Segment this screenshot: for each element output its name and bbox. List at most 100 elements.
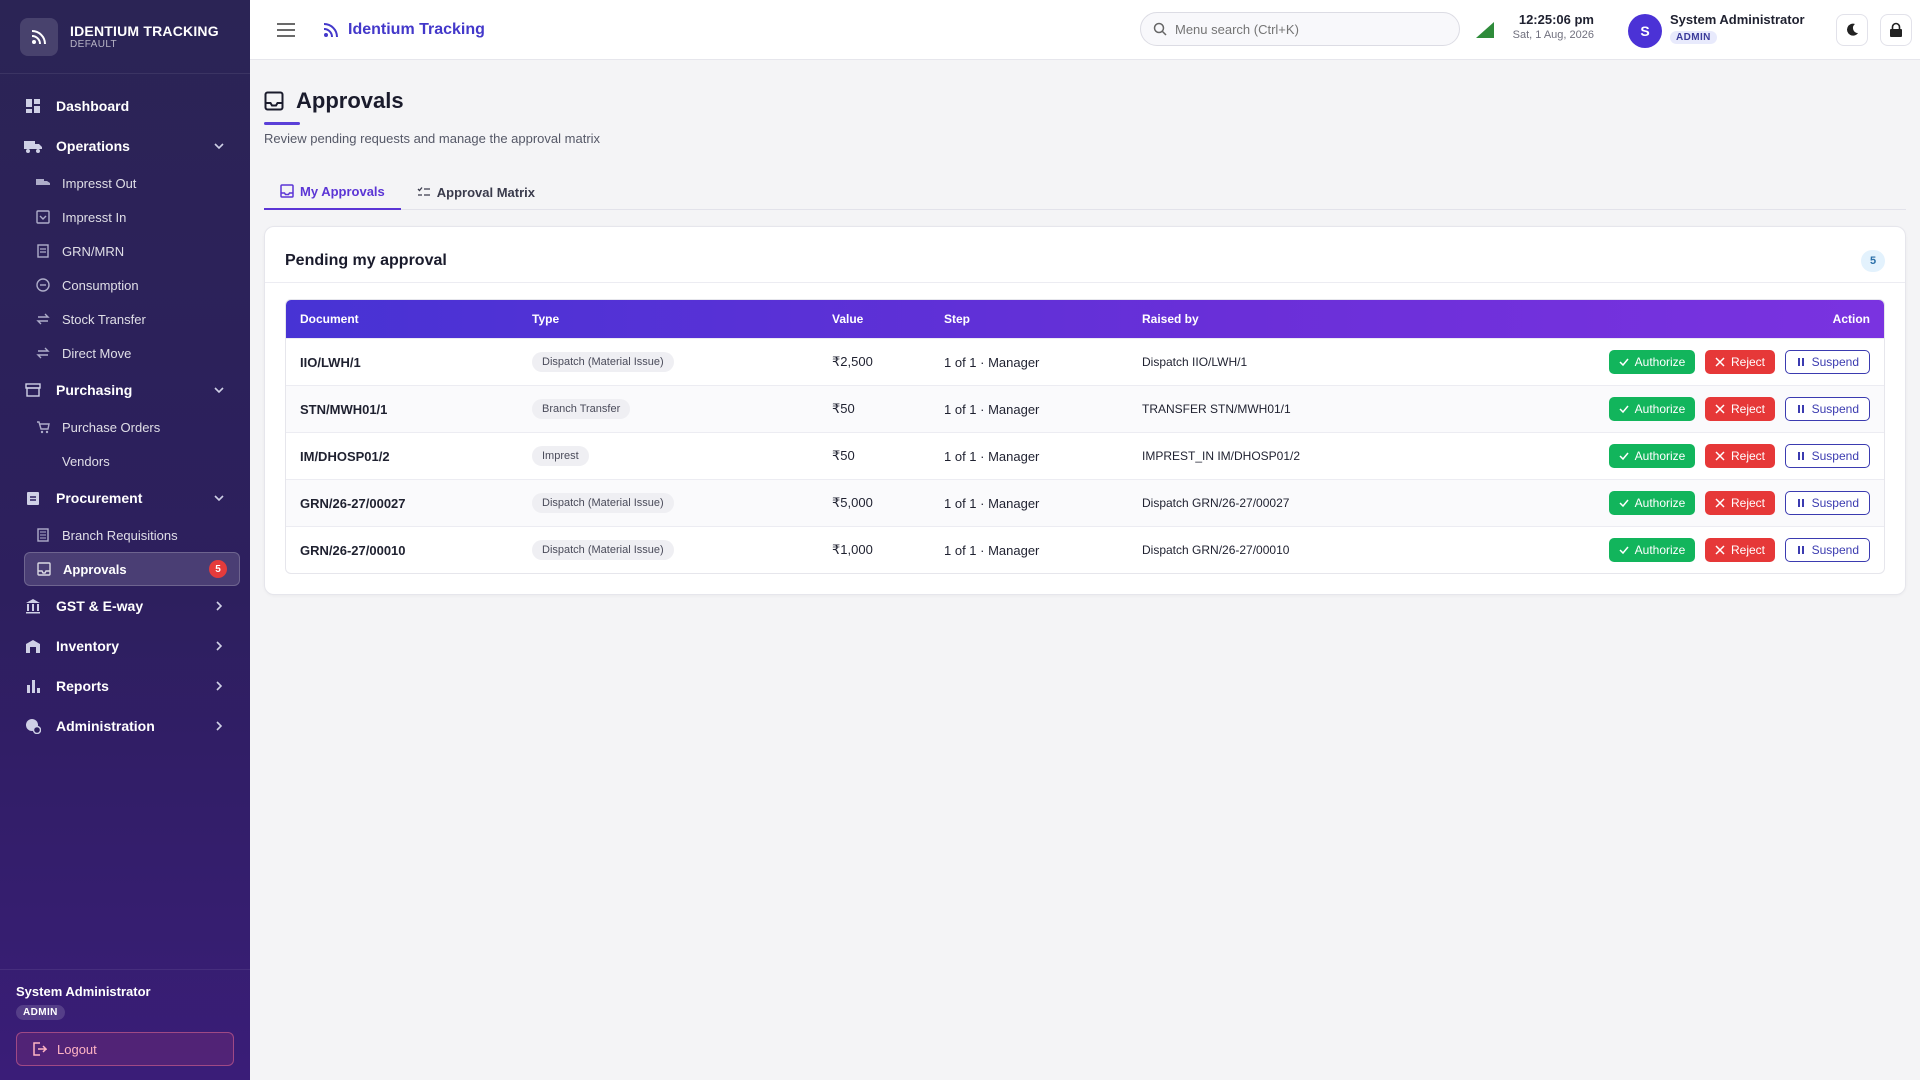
sidebar-item-label: Approvals [63, 561, 127, 577]
reject-button[interactable]: Reject [1704, 538, 1775, 562]
inbox-icon [36, 210, 50, 224]
cell-step: 1 of 1 · Manager [930, 338, 1128, 385]
cell-document[interactable]: GRN/26-27/00010 [286, 526, 518, 573]
authorize-label: Authorize [1634, 496, 1686, 510]
sidebar-item-stock-transfer[interactable]: Stock Transfer [24, 302, 240, 336]
sidebar-group-procurement[interactable]: Procurement [0, 478, 250, 518]
lock-icon [1890, 22, 1902, 37]
sidebar-item-branch-requisitions[interactable]: Branch Requisitions [24, 518, 240, 552]
user-name: System Administrator [1670, 12, 1805, 27]
reject-button[interactable]: Reject [1704, 444, 1775, 468]
pause-icon [1797, 499, 1804, 507]
sidebar-item-imprest-out[interactable]: Impresst Out [24, 166, 240, 200]
authorize-button[interactable]: Authorize [1608, 491, 1696, 515]
cell-value: ₹5,000 [818, 479, 930, 526]
authorize-button[interactable]: Authorize [1608, 350, 1696, 374]
minus-circle-icon [36, 278, 50, 292]
lock-button[interactable] [1880, 14, 1912, 46]
cell-actions: Authorize Reject Suspend [1428, 432, 1884, 479]
sidebar-item-imprest-in[interactable]: Impresst In [24, 200, 240, 234]
tab-my-approvals[interactable]: My Approvals [264, 174, 401, 210]
chevron-right-icon [216, 681, 223, 691]
sidebar-item-purchase-orders[interactable]: Purchase Orders [24, 410, 240, 444]
chevron-right-icon [216, 721, 223, 731]
cell-value: ₹1,000 [818, 526, 930, 573]
brand[interactable]: IDENTIUM TRACKING DEFAULT [0, 0, 250, 74]
authorize-button[interactable]: Authorize [1608, 444, 1696, 468]
sidebar-group-gst[interactable]: GST & E-way [0, 586, 250, 626]
reject-label: Reject [1730, 355, 1765, 369]
menu-toggle-button[interactable] [276, 20, 296, 40]
cell-actions: Authorize Reject Suspend [1428, 385, 1884, 432]
suspend-button[interactable]: Suspend [1784, 444, 1870, 468]
cell-document[interactable]: IIO/LWH/1 [286, 338, 518, 385]
moon-icon [1847, 23, 1858, 36]
sidebar-group-label: Purchasing [56, 382, 133, 398]
dashboard-icon [24, 97, 42, 115]
sidebar-group-label: Administration [56, 718, 155, 734]
reject-label: Reject [1730, 402, 1765, 416]
sidebar-item-label: Impresst In [62, 209, 127, 225]
chevron-down-icon [214, 495, 224, 502]
cell-document[interactable]: IM/DHOSP01/2 [286, 432, 518, 479]
hamburger-icon [277, 22, 295, 37]
truck-icon [36, 176, 50, 190]
sidebar-item-label: Impresst Out [62, 175, 137, 191]
sidebar-item-approvals[interactable]: Approvals 5 [24, 552, 240, 586]
reject-label: Reject [1730, 449, 1765, 463]
store-icon [24, 381, 42, 399]
authorize-label: Authorize [1634, 543, 1686, 557]
suspend-button[interactable]: Suspend [1784, 491, 1870, 515]
tab-label: My Approvals [300, 183, 385, 199]
user-role-badge: ADMIN [1670, 31, 1717, 44]
sidebar-item-label: Branch Requisitions [62, 527, 178, 543]
type-chip: Dispatch (Material Issue) [532, 493, 674, 513]
reject-button[interactable]: Reject [1704, 350, 1775, 374]
authorize-label: Authorize [1634, 355, 1686, 369]
sidebar-item-label: Dashboard [56, 98, 130, 114]
logout-button[interactable]: Logout [16, 1032, 234, 1066]
reject-label: Reject [1730, 543, 1765, 557]
suspend-label: Suspend [1811, 402, 1859, 416]
tab-bar: My Approvals Approval Matrix [264, 174, 1906, 210]
chevron-down-icon [214, 387, 224, 394]
sidebar-group-reports[interactable]: Reports [0, 666, 250, 706]
cell-actions: Authorize Reject Suspend [1428, 526, 1884, 573]
sidebar-group-operations[interactable]: Operations [0, 126, 250, 166]
cell-step: 1 of 1 · Manager [930, 385, 1128, 432]
theme-toggle-button[interactable] [1836, 14, 1868, 46]
sidebar-item-label: Vendors [62, 453, 110, 469]
sidebar-group-inventory[interactable]: Inventory [0, 626, 250, 666]
sidebar-group-administration[interactable]: Administration [0, 706, 250, 746]
swap-arrows-icon [36, 346, 50, 360]
page-subtitle: Review pending requests and manage the a… [264, 131, 601, 146]
sidebar-group-purchasing[interactable]: Purchasing [0, 370, 250, 410]
authorize-button[interactable]: Authorize [1608, 538, 1696, 562]
sidebar-item-dashboard[interactable]: Dashboard [0, 86, 250, 126]
sidebar-item-consumption[interactable]: Consumption [24, 268, 240, 302]
tab-approval-matrix[interactable]: Approval Matrix [401, 174, 551, 210]
reject-button[interactable]: Reject [1704, 491, 1775, 515]
menu-search[interactable] [1140, 12, 1460, 46]
suspend-button[interactable]: Suspend [1784, 397, 1870, 421]
cell-document[interactable]: STN/MWH01/1 [286, 385, 518, 432]
close-icon [1715, 357, 1725, 367]
cell-document[interactable]: GRN/26-27/00027 [286, 479, 518, 526]
sidebar-item-direct-move[interactable]: Direct Move [24, 336, 240, 370]
menu-search-input[interactable] [1175, 21, 1435, 37]
avatar[interactable]: S [1628, 14, 1662, 48]
header-app-title[interactable]: Identium Tracking [322, 21, 485, 39]
sidebar-item-vendors[interactable]: Vendors [24, 444, 240, 478]
cell-actions: Authorize Reject Suspend [1428, 338, 1884, 385]
reject-button[interactable]: Reject [1704, 397, 1775, 421]
user-menu[interactable]: System Administrator ADMIN [1670, 12, 1805, 45]
cell-value: ₹2,500 [818, 338, 930, 385]
authorize-button[interactable]: Authorize [1608, 397, 1696, 421]
suspend-button[interactable]: Suspend [1784, 538, 1870, 562]
suspend-button[interactable]: Suspend [1784, 350, 1870, 374]
chevron-right-icon [216, 641, 223, 651]
sidebar-group-label: Reports [56, 678, 109, 694]
sidebar-footer: System Administrator ADMIN Logout [0, 969, 250, 1080]
sidebar-item-grn-mrn[interactable]: GRN/MRN [24, 234, 240, 268]
admin-settings-icon [24, 717, 42, 735]
